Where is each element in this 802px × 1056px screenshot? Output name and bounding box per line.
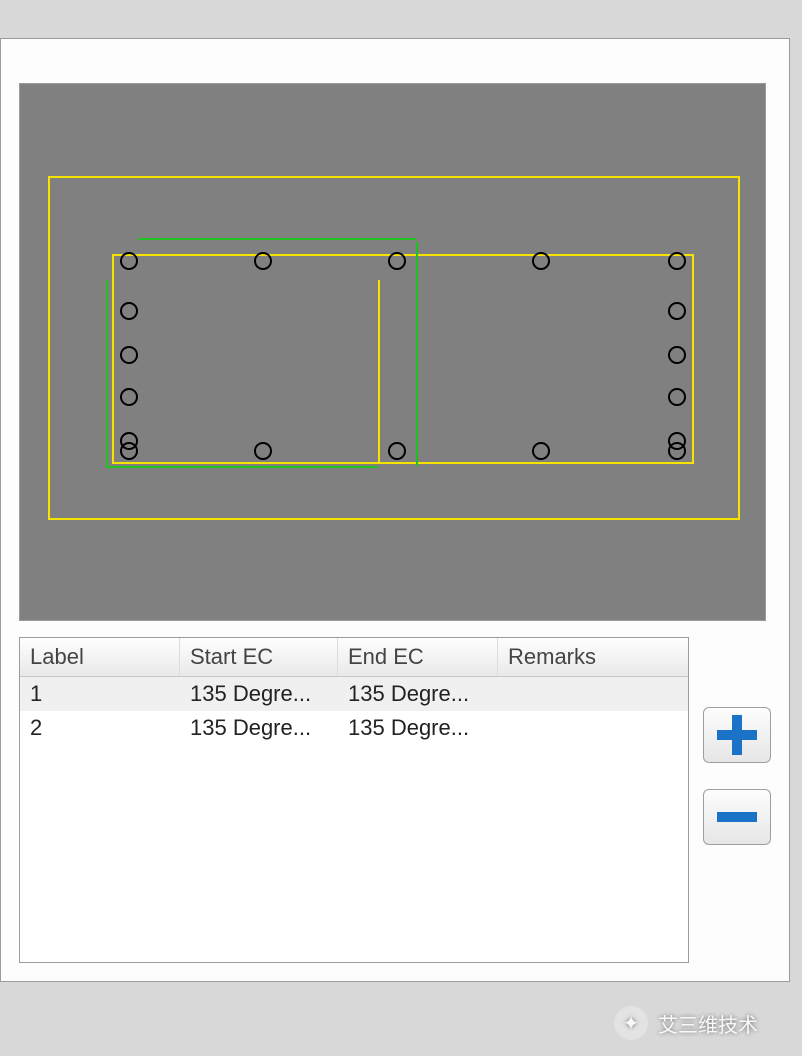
rebar-icon — [668, 346, 686, 364]
rebar-icon — [254, 442, 272, 460]
table-cell[interactable]: 135 Degre... — [180, 677, 338, 711]
table-row[interactable]: 1135 Degre...135 Degre... — [20, 677, 688, 711]
stirrup-1-hook — [378, 280, 380, 462]
table-row[interactable]: 2135 Degre...135 Degre... — [20, 711, 688, 745]
minus-icon — [717, 812, 757, 822]
table-cell[interactable] — [498, 677, 688, 711]
rebar-icon — [668, 252, 686, 270]
table-cell[interactable] — [498, 711, 688, 745]
dialog-window: Label Start EC End EC Remarks 1135 Degre… — [0, 38, 790, 982]
table-cell[interactable]: 135 Degre... — [180, 711, 338, 745]
table-cell[interactable]: 135 Degre... — [338, 677, 498, 711]
plus-icon — [732, 715, 742, 755]
stirrup-1 — [112, 254, 694, 464]
rebar-icon — [668, 432, 686, 450]
rebar-icon — [388, 252, 406, 270]
rebar-icon — [120, 346, 138, 364]
rebar-icon — [254, 252, 272, 270]
table-header-row: Label Start EC End EC Remarks — [20, 638, 688, 677]
stirrup-2-top — [138, 238, 416, 240]
stirrup-2-bottom — [106, 466, 378, 468]
remove-button[interactable] — [703, 789, 771, 845]
watermark-text: 艾三维技术 — [658, 1009, 758, 1038]
add-button[interactable] — [703, 707, 771, 763]
table-cell[interactable]: 1 — [20, 677, 180, 711]
watermark: ✦ 艾三维技术 — [614, 1006, 758, 1040]
rebar-icon — [120, 302, 138, 320]
section-preview — [19, 83, 766, 621]
th-remarks[interactable]: Remarks — [498, 638, 688, 676]
watermark-icon: ✦ — [614, 1006, 648, 1040]
side-buttons — [703, 637, 771, 845]
rebar-icon — [120, 432, 138, 450]
th-end-ec[interactable]: End EC — [338, 638, 498, 676]
watermark-symbol: ✦ — [623, 1011, 640, 1036]
th-start-ec[interactable]: Start EC — [180, 638, 338, 676]
stirrup-2-left — [106, 280, 108, 468]
rebar-icon — [668, 388, 686, 406]
rebar-icon — [120, 252, 138, 270]
rebar-icon — [388, 442, 406, 460]
stirrup-2-right — [416, 242, 418, 466]
rebar-icon — [668, 302, 686, 320]
th-label[interactable]: Label — [20, 638, 180, 676]
rebar-icon — [532, 252, 550, 270]
rebar-icon — [120, 388, 138, 406]
table-cell[interactable]: 135 Degre... — [338, 711, 498, 745]
stirrup-table[interactable]: Label Start EC End EC Remarks 1135 Degre… — [19, 637, 689, 963]
rebar-icon — [532, 442, 550, 460]
table-cell[interactable]: 2 — [20, 711, 180, 745]
